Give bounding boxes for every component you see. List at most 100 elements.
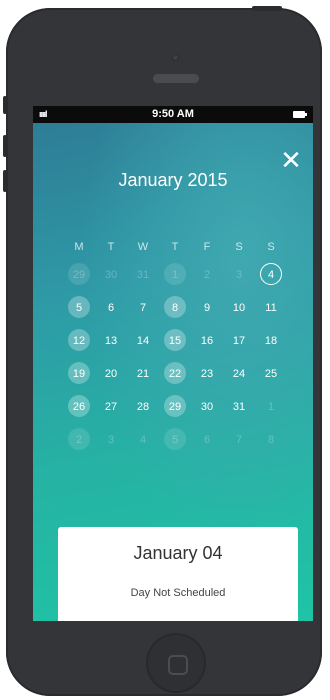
day-number: 21 [136,367,150,380]
battery-icon [293,111,307,118]
calendar-day[interactable]: 14 [127,324,159,357]
front-camera [172,54,179,61]
day-detail-card: January 04 Day Not Scheduled [58,527,298,621]
day-number: 13 [104,334,118,347]
weekday-label: T [171,241,179,253]
earpiece-speaker [153,74,199,83]
calendar-day[interactable]: 4 [127,423,159,456]
day-number: 15 [168,334,182,347]
power-button [252,6,282,11]
day-number: 10 [232,301,246,314]
day-number: 4 [139,433,147,446]
calendar-day[interactable]: 3 [223,258,255,291]
calendar-week-row: 26 27 28 29 30 31 1 [63,390,287,423]
calendar-day[interactable]: 7 [223,423,255,456]
calendar-day[interactable]: 1 [255,390,287,423]
calendar-week-row: 2 3 4 5 6 7 8 [63,423,287,456]
day-number: 20 [104,367,118,380]
weekday-header: M T W T F S S [63,236,287,258]
day-number: 19 [72,367,86,380]
schedule-status: Day Not Scheduled [130,587,226,599]
calendar-day[interactable]: 6 [191,423,223,456]
calendar-day[interactable]: 26 [63,390,95,423]
volume-up-button [3,135,7,157]
calendar-day[interactable]: 10 [223,291,255,324]
day-number: 14 [136,334,150,347]
calendar-day[interactable]: 17 [223,324,255,357]
calendar-day[interactable]: 2 [191,258,223,291]
calendar-day[interactable]: 29 [159,390,191,423]
weekday-label: S [267,241,275,253]
phone-frame: ııııl 9:50 AM ✕ January 2015 M T W T F S… [6,8,322,696]
day-number: 11 [265,301,277,314]
calendar-day[interactable]: 30 [95,258,127,291]
month-title: January 2015 [118,170,228,190]
calendar-day[interactable]: 5 [159,423,191,456]
day-number: 22 [168,367,182,380]
calendar-day[interactable]: 24 [223,357,255,390]
day-number: 2 [75,433,83,446]
day-number: 29 [168,400,182,413]
home-button-icon [168,655,188,675]
silent-switch [3,96,7,114]
calendar-day[interactable]: 8 [159,291,191,324]
calendar-day[interactable]: 6 [95,291,127,324]
day-number: 4 [267,268,275,281]
calendar-day[interactable]: 31 [223,390,255,423]
day-number: 1 [267,400,275,413]
selected-date: January 04 [133,543,223,563]
weekday-label: S [235,241,243,253]
calendar-week-row: 29 30 31 1 2 3 4 [63,258,287,291]
calendar-day[interactable]: 5 [63,291,95,324]
weekday-label: W [137,241,149,253]
calendar-day[interactable]: 22 [159,357,191,390]
calendar-week-row: 5 6 7 8 9 10 11 [63,291,287,324]
calendar-day[interactable]: 29 [63,258,95,291]
day-number: 23 [200,367,214,380]
day-number: 5 [171,433,179,446]
day-number: 31 [136,268,150,281]
day-number: 25 [264,367,278,380]
weekday-label: M [74,241,84,253]
day-number: 8 [171,301,179,314]
day-number: 17 [232,334,246,347]
calendar-day[interactable]: 23 [191,357,223,390]
day-number: 31 [232,400,246,413]
calendar-day[interactable]: 13 [95,324,127,357]
calendar-day[interactable]: 18 [255,324,287,357]
day-number: 12 [72,334,86,347]
calendar-day[interactable]: 11 [255,291,287,324]
day-number: 30 [200,400,214,413]
calendar-day[interactable]: 7 [127,291,159,324]
day-number: 28 [136,400,150,413]
calendar-day[interactable]: 25 [255,357,287,390]
calendar-day[interactable]: 2 [63,423,95,456]
day-number: 3 [107,433,115,446]
calendar-day[interactable]: 28 [127,390,159,423]
day-number: 29 [72,268,86,281]
calendar-day[interactable]: 1 [159,258,191,291]
day-number: 7 [235,433,243,446]
home-button[interactable] [146,633,206,693]
calendar-day[interactable]: 20 [95,357,127,390]
day-number: 8 [267,433,275,446]
calendar-day[interactable]: 21 [127,357,159,390]
calendar-day-selected[interactable]: 4 [255,258,287,291]
calendar-day[interactable]: 27 [95,390,127,423]
day-number: 5 [75,301,83,314]
calendar-day[interactable]: 8 [255,423,287,456]
day-number: 6 [203,433,211,446]
calendar-day[interactable]: 30 [191,390,223,423]
calendar-day[interactable]: 12 [63,324,95,357]
calendar-day[interactable]: 19 [63,357,95,390]
app-screen: ııııl 9:50 AM ✕ January 2015 M T W T F S… [33,106,313,621]
weekday-label: T [107,241,115,253]
calendar-day[interactable]: 9 [191,291,223,324]
calendar-day[interactable]: 31 [127,258,159,291]
status-bar: ııııl 9:50 AM [33,106,313,123]
calendar-day[interactable]: 3 [95,423,127,456]
status-time: 9:50 AM [152,108,194,120]
calendar-day[interactable]: 16 [191,324,223,357]
day-number: 16 [200,334,214,347]
calendar-day[interactable]: 15 [159,324,191,357]
